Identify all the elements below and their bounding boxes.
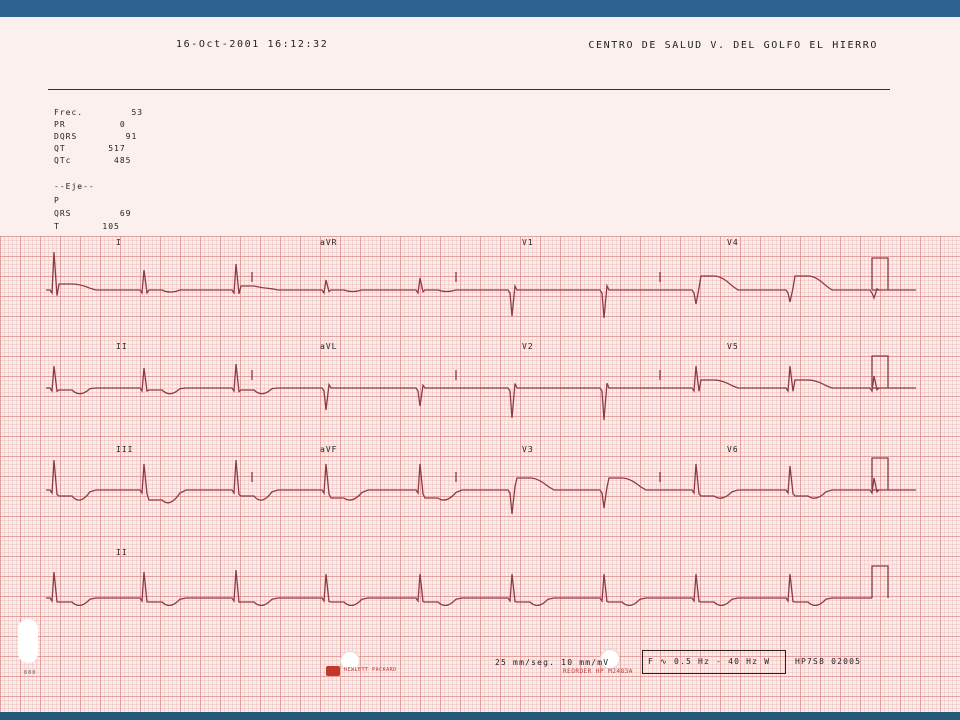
calibration-pulse: [871, 355, 889, 388]
filter-setting: F ∿ 0.5 Hz - 40 Hz W: [648, 657, 771, 666]
ecg-trace-row: [46, 363, 916, 421]
ecg-traces: [46, 251, 916, 607]
hp-logo: [326, 666, 340, 676]
bottom-bar: [0, 712, 960, 720]
ecg-trace-row: [46, 569, 872, 607]
brand-name: HEWLETT PACKARD: [344, 667, 397, 673]
ecg-trace-row: [46, 251, 916, 319]
speed-gain: 25 mm/seg. 10 mm/mV: [495, 658, 610, 667]
reorder-code: REORDER HP M2483A: [563, 668, 633, 675]
ecg-trace-row: [46, 459, 916, 515]
calibration-pulse: [871, 565, 889, 598]
calibration-pulse: [871, 457, 889, 490]
device-code: HP7S8 02005: [795, 657, 862, 666]
calibration-pulse: [871, 257, 889, 290]
page-number: 800: [24, 670, 37, 676]
